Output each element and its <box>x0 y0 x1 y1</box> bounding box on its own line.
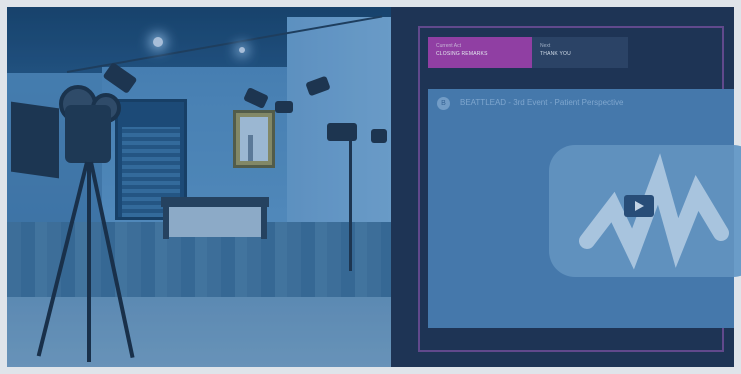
next-act-title: THANK YOU <box>540 51 571 57</box>
video-header: B BEATTLEAD - 3rd Event - Patient Perspe… <box>428 89 734 117</box>
studio-photo <box>7 7 391 367</box>
current-act-tab[interactable]: Current Act CLOSING REMARKS <box>428 37 532 68</box>
video-title[interactable]: BEATTLEAD - 3rd Event - Patient Perspect… <box>460 98 623 107</box>
current-act-kicker: Current Act <box>436 43 462 49</box>
next-act-tab[interactable]: Next THANK YOU <box>532 37 628 68</box>
video-player[interactable]: B BEATTLEAD - 3rd Event - Patient Perspe… <box>428 89 741 328</box>
current-act-title: CLOSING REMARKS <box>436 51 488 57</box>
youtube-logo-icon[interactable] <box>549 145 741 277</box>
channel-avatar[interactable]: B <box>437 97 450 110</box>
photo-blue-tint <box>7 7 391 367</box>
next-act-kicker: Next <box>540 43 551 49</box>
play-icon <box>635 201 644 211</box>
play-button[interactable] <box>624 195 654 217</box>
